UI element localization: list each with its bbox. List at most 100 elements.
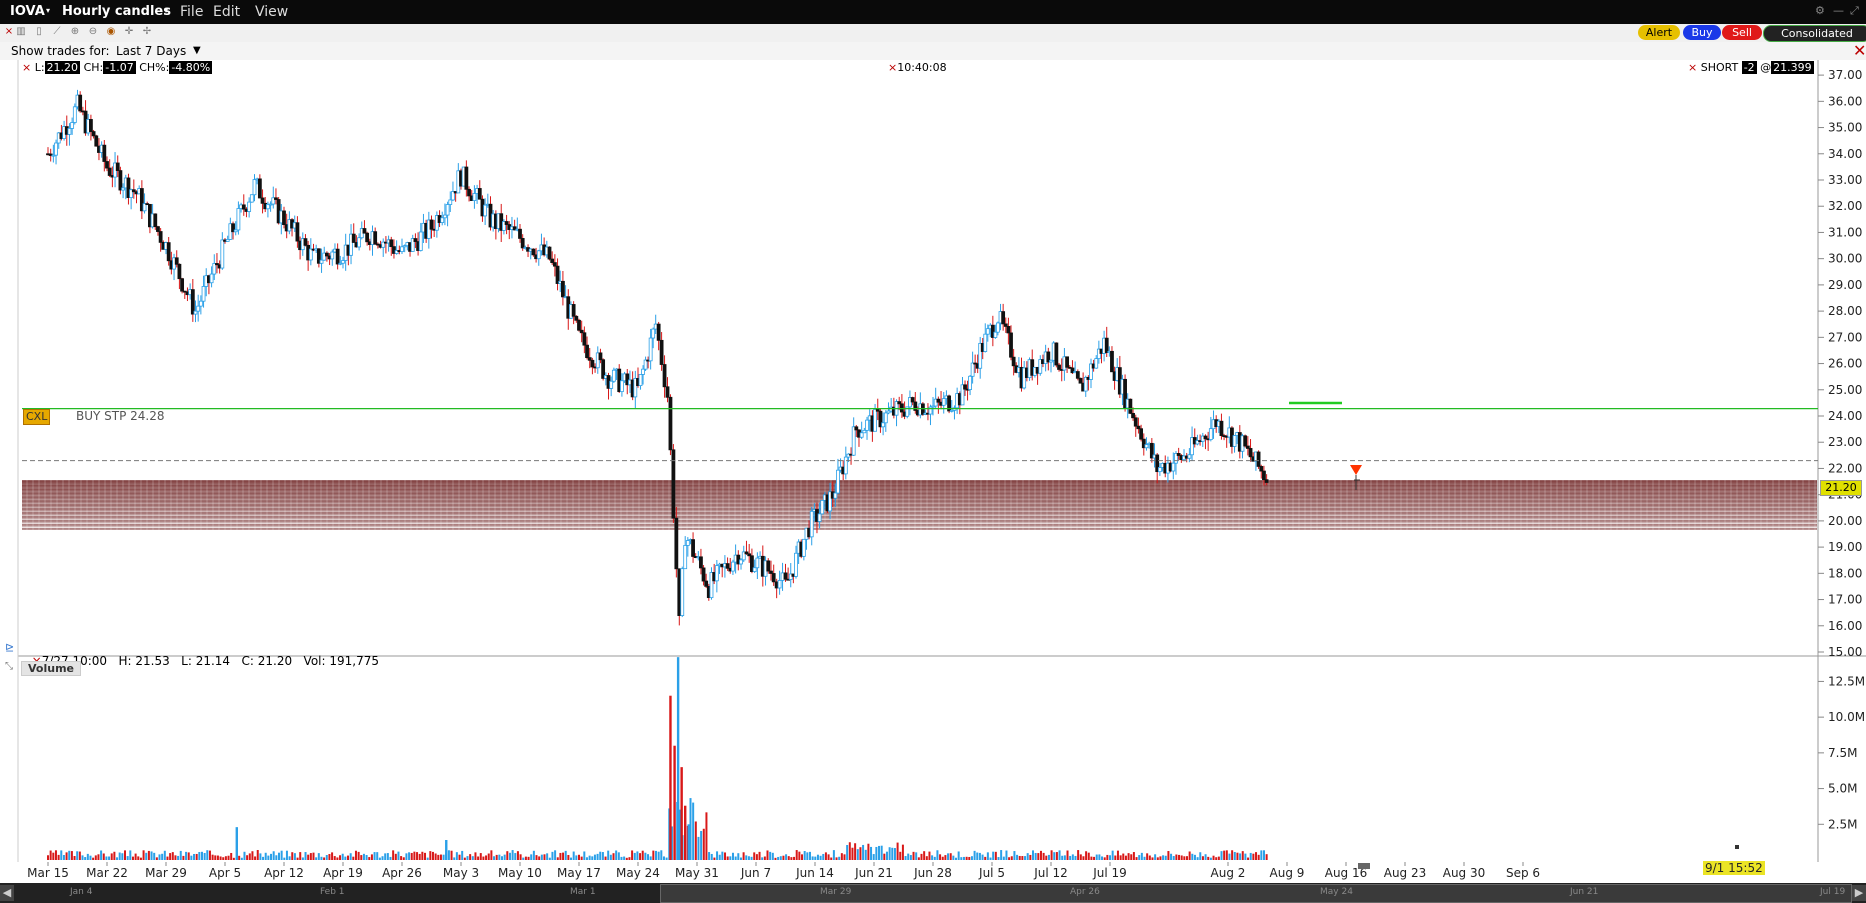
volume-bar	[105, 856, 108, 860]
volume-bar	[859, 847, 862, 860]
candle-body	[704, 580, 709, 587]
vol-tick-label: 2.5M	[1828, 817, 1857, 831]
volume-bar	[1143, 856, 1146, 860]
volume-bar	[102, 853, 105, 860]
candle-body	[680, 568, 685, 616]
volume-bar	[827, 854, 830, 860]
volume-bar	[745, 855, 748, 860]
candle-body	[413, 238, 418, 242]
volume-bar	[909, 855, 912, 860]
volume-bar	[572, 851, 575, 860]
volume-bar	[487, 853, 490, 860]
volume-bar	[291, 852, 294, 860]
candle-body	[429, 219, 434, 230]
volume-bar	[1185, 856, 1188, 860]
candle-body	[241, 204, 246, 210]
close-quote-icon[interactable]: ×	[22, 61, 31, 74]
candle-body	[598, 352, 603, 361]
volume-bar	[1119, 855, 1122, 860]
volume-bar	[790, 857, 793, 860]
volume-bar	[623, 856, 626, 860]
volume-bar	[1257, 854, 1260, 860]
volume-bar	[293, 853, 296, 860]
close-position-icon[interactable]: ×	[1688, 61, 1697, 74]
scroll-left-icon[interactable]: ◀	[0, 885, 14, 901]
volume-bar	[601, 852, 604, 860]
scroll-handle[interactable]	[1358, 863, 1370, 869]
candle-body	[252, 179, 257, 196]
volume-bar	[811, 856, 814, 860]
volume-bar	[875, 846, 878, 860]
volume-bar	[1122, 853, 1125, 860]
volume-bar	[872, 854, 875, 860]
candle-body	[158, 231, 163, 243]
candle-body	[651, 328, 656, 339]
volume-bar	[336, 857, 339, 860]
volume-bar	[716, 851, 719, 860]
volume-bar	[86, 853, 89, 860]
expand-panel-icon[interactable]: ⊵	[5, 641, 14, 654]
volume-bar	[1159, 856, 1162, 860]
volume-bar	[702, 828, 705, 860]
volume-bar	[453, 857, 456, 860]
collapse-volume-icon[interactable]: ⤡	[5, 661, 13, 672]
candle-body	[899, 403, 904, 413]
date-scrollbar[interactable]: ◀ ▶ Jan 4 Feb 1 Mar 1 Mar 29 Apr 26 May 24 Jun…	[0, 883, 1866, 903]
volume-bar	[718, 854, 721, 860]
volume-bar	[1239, 853, 1242, 860]
volume-bar	[206, 850, 209, 860]
volume-bar	[1196, 857, 1199, 860]
candle-body	[820, 499, 825, 515]
x-tick-label: Jul 5	[978, 866, 1005, 880]
cancel-order-button[interactable]: CXL	[23, 409, 51, 425]
volume-bar	[599, 851, 602, 860]
candle-body	[1219, 420, 1224, 437]
scroll-right-icon[interactable]: ▶	[1852, 885, 1866, 901]
volume-bar	[617, 852, 620, 860]
volume-bar	[633, 852, 636, 860]
candle-body	[102, 144, 107, 162]
volume-bar	[1111, 850, 1114, 860]
volume-bar	[134, 853, 137, 860]
volume-bar	[535, 855, 538, 860]
volume-bar	[312, 852, 315, 860]
volume-bar	[692, 802, 695, 860]
price-chart[interactable]: 37.00 36.00 35.00 34.00 33.00 32.00 31.00 30.00…	[0, 0, 1866, 903]
volume-bar	[1188, 851, 1191, 860]
volume-bar	[54, 850, 57, 860]
candle-body	[1187, 454, 1192, 459]
volume-bar	[256, 850, 259, 860]
volume-bar	[1047, 854, 1050, 860]
vol-tick-label: 10.0M	[1828, 710, 1865, 724]
volume-bar	[694, 821, 697, 860]
volume-bar	[1231, 850, 1234, 860]
volume-bar	[100, 850, 103, 860]
volume-bar	[421, 851, 424, 860]
volume-bar	[570, 857, 573, 860]
volume-bar	[243, 851, 246, 860]
close-clock-icon[interactable]: ×	[888, 61, 897, 74]
volume-bar	[713, 857, 716, 860]
volume-bar	[1005, 850, 1008, 860]
volume-bar	[997, 857, 1000, 860]
x-tick-label: Aug 9	[1270, 866, 1305, 880]
volume-bar	[931, 855, 934, 860]
change-pct-value: -4.80%	[169, 61, 213, 74]
volume-bar	[121, 853, 124, 860]
volume-bar	[208, 850, 211, 860]
volume-bar	[1034, 852, 1037, 860]
volume-bar	[493, 856, 496, 860]
volume-bar	[819, 855, 822, 860]
volume-bar	[896, 842, 899, 860]
volume-bar	[962, 856, 965, 860]
candle-body	[448, 199, 453, 205]
volume-bar	[1077, 850, 1080, 860]
volume-bar	[766, 850, 769, 860]
volume-bar	[1071, 854, 1074, 860]
volume-bar	[782, 855, 785, 860]
volume-bar	[1032, 850, 1035, 860]
volume-bar	[1164, 855, 1167, 860]
candle-body	[780, 572, 785, 581]
candle-body	[1256, 451, 1261, 467]
volume-bar	[949, 853, 952, 860]
